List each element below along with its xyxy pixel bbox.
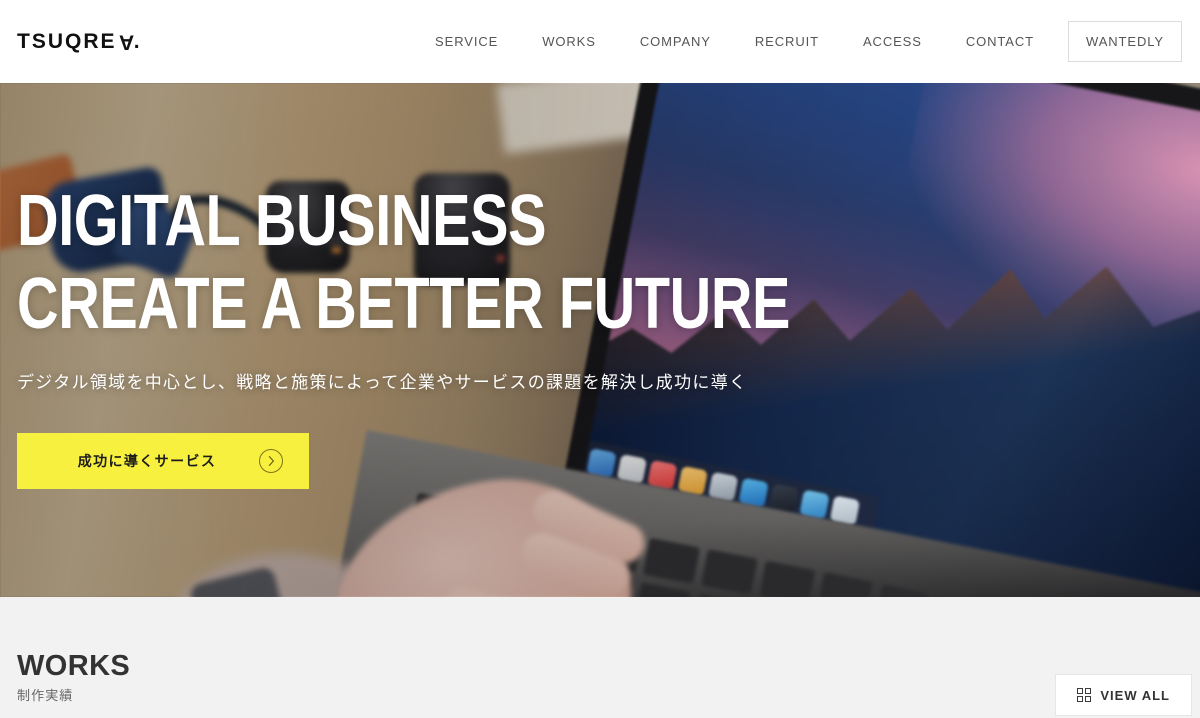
hero-cta-button[interactable]: 成功に導くサービス: [17, 432, 309, 489]
hero-subcopy: デジタル領域を中心とし、戦略と施策によって企業やサービスの課題を解決し成功に導く: [17, 373, 748, 394]
hero-headline: DIGITAL BUSINESS CREATE A BETTER FUTURE: [17, 185, 791, 344]
view-all-button[interactable]: VIEW ALL: [1055, 674, 1192, 716]
nav-item-company[interactable]: COMPANY: [618, 35, 733, 48]
works-subtitle: 制作実績: [17, 689, 74, 704]
hero-headline-line-2: CREATE A BETTER FUTURE: [17, 263, 791, 344]
logo-text: TSUQREA: [17, 30, 134, 54]
grid-icon: [1077, 688, 1092, 702]
hero-copy-block: DIGITAL BUSINESS CREATE A BETTER FUTURE …: [17, 185, 983, 489]
logo-period: .: [133, 30, 142, 53]
site-logo[interactable]: TSUQREA.: [17, 30, 142, 54]
works-title: WORKS: [17, 650, 131, 682]
nav-item-service[interactable]: SERVICE: [413, 35, 520, 48]
chevron-right-icon: [259, 448, 283, 473]
works-section: WORKS 制作実績: [0, 597, 1200, 718]
nav-item-contact[interactable]: CONTACT: [944, 35, 1056, 48]
hero-headline-line-1: DIGITAL BUSINESS: [17, 181, 547, 261]
nav-item-access[interactable]: ACCESS: [841, 35, 944, 48]
site-header: TSUQREA. SERVICE WORKS COMPANY RECRUIT A…: [0, 0, 1200, 83]
works-heading-block: WORKS 制作実績: [17, 650, 131, 704]
hero-cta-label: 成功に導くサービス: [77, 453, 217, 470]
nav-item-recruit[interactable]: RECRUIT: [733, 35, 841, 48]
nav-item-works[interactable]: WORKS: [520, 35, 618, 48]
main-navigation: SERVICE WORKS COMPANY RECRUIT ACCESS CON…: [413, 0, 1200, 83]
page-root: TSUQREA. SERVICE WORKS COMPANY RECRUIT A…: [0, 0, 1200, 718]
hero-section: DIGITAL BUSINESS CREATE A BETTER FUTURE …: [0, 83, 1200, 597]
wantedly-button[interactable]: WANTEDLY: [1068, 21, 1182, 62]
view-all-label: VIEW ALL: [1100, 687, 1170, 703]
